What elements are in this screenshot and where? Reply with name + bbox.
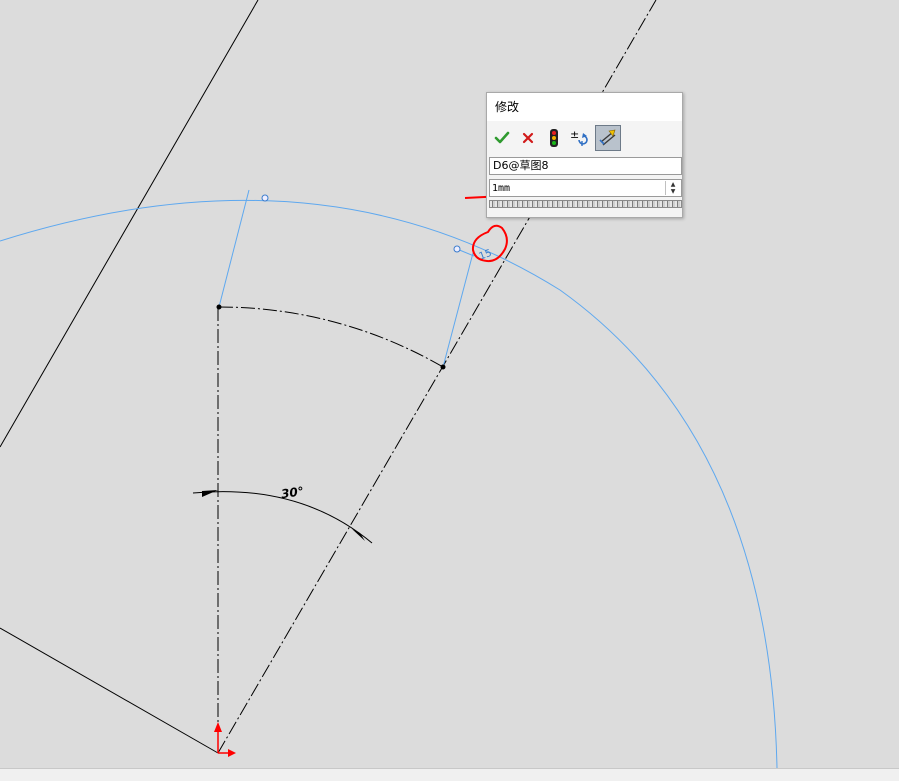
blue-line-right[interactable]	[442, 252, 474, 368]
centerline-arc[interactable]	[218, 306, 444, 368]
value-field-row: ▲ ▼	[489, 179, 682, 197]
status-strip	[0, 768, 899, 781]
thumbwheel-slider[interactable]	[489, 200, 682, 208]
cancel-button[interactable]	[515, 125, 541, 151]
sketch-canvas[interactable]: 15 30°	[0, 0, 899, 780]
traffic-light-icon	[550, 129, 558, 147]
angle-arrow-right	[352, 529, 365, 541]
reverse-sense-button[interactable]: ±	[567, 125, 593, 151]
dialog-title: 修改	[487, 93, 682, 121]
sketch-point-1[interactable]	[216, 304, 222, 310]
x-icon	[522, 132, 534, 144]
modify-dialog: 修改 ± D6@草图8 1mm ▲ ▼	[486, 92, 683, 218]
sketch-point-2[interactable]	[440, 364, 446, 370]
dimension-name-field: D6@草图8	[489, 157, 682, 175]
value-spinner: ▲ ▼	[665, 181, 680, 195]
mark-dimension-icon	[599, 129, 616, 146]
value-input[interactable]	[490, 180, 662, 196]
blue-endpoint-1[interactable]	[261, 194, 269, 202]
svg-text:±: ±	[570, 128, 579, 141]
sketch-line-bottom[interactable]	[0, 627, 219, 754]
angle-arrow-left	[202, 490, 218, 497]
blue-line-left[interactable]	[218, 189, 250, 308]
angle-dimension-label[interactable]: 30°	[280, 484, 304, 501]
spin-up-icon[interactable]: ▲	[666, 181, 680, 188]
check-icon	[494, 131, 510, 144]
dialog-toolbar: ±	[489, 125, 679, 151]
plus-minus-reverse-icon: ±	[570, 128, 588, 146]
sketch-line-top[interactable]	[0, 0, 259, 448]
blue-arc[interactable]	[0, 199, 778, 769]
blue-endpoint-2[interactable]	[453, 245, 461, 253]
spin-down-icon[interactable]: ▼	[666, 188, 680, 195]
rebuild-button[interactable]	[541, 125, 567, 151]
ok-button[interactable]	[489, 125, 515, 151]
mark-for-drawing-button[interactable]	[595, 125, 621, 151]
